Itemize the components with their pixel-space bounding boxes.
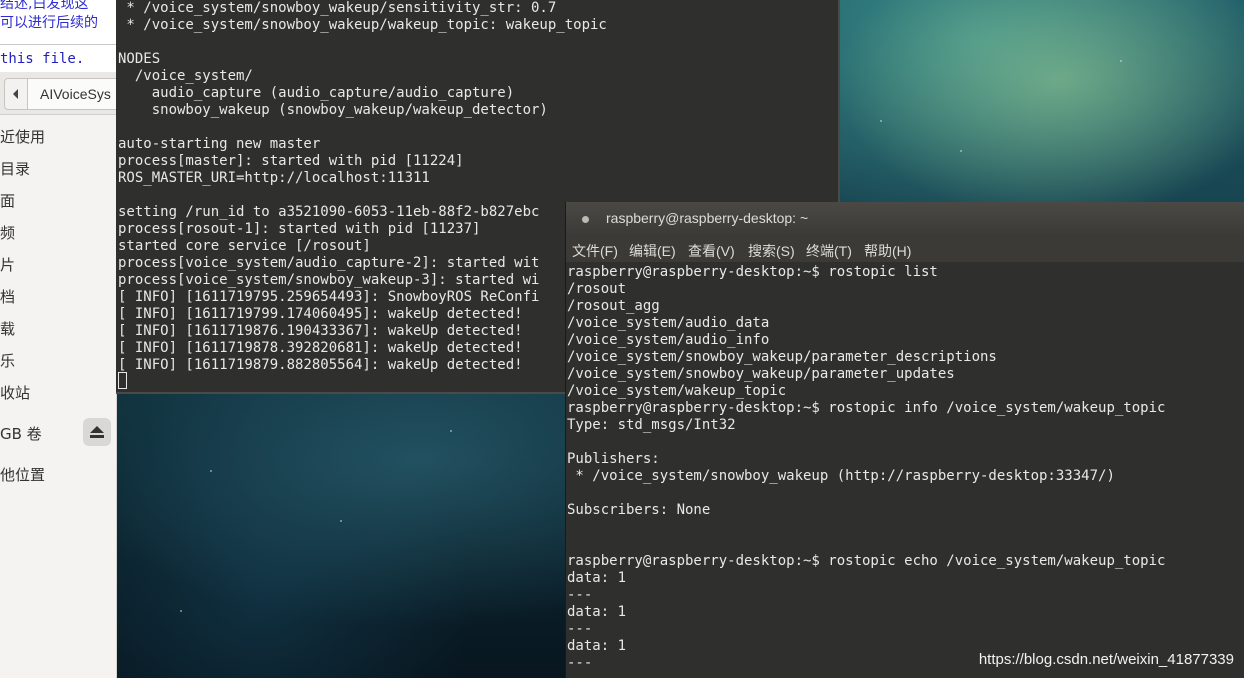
terminal-line: audio_capture (audio_capture/audio_captu… xyxy=(118,85,515,101)
terminal-line: data: 1 xyxy=(567,638,627,654)
terminal-line: /voice_system/wakeup_topic xyxy=(567,383,787,399)
terminal-line: Publishers: xyxy=(567,451,660,467)
watermark-url: https://blog.csdn.net/weixin_41877339 xyxy=(978,651,1234,668)
menu-view[interactable]: 查看(V) xyxy=(688,241,735,261)
menu-bar: 文件(F) 编辑(E) 查看(V) 搜索(S) 终端(T) 帮助(H) xyxy=(566,236,1244,262)
window-titlebar[interactable]: raspberry@raspberry-desktop: ~ xyxy=(566,202,1244,236)
sidebar-item-videos[interactable]: 频 xyxy=(0,222,15,243)
terminal-line: /voice_system/audio_data xyxy=(567,315,770,331)
terminal-line: Type: std_msgs/Int32 xyxy=(567,417,736,433)
wallpaper-star xyxy=(340,520,342,522)
terminal-line: setting /run_id to a3521090-6053-11eb-88… xyxy=(118,204,540,220)
terminal-line: raspberry@raspberry-desktop:~$ rostopic … xyxy=(567,553,1166,569)
terminal-line: Subscribers: None xyxy=(567,502,711,518)
menu-edit[interactable]: 编辑(E) xyxy=(629,241,676,261)
eject-button[interactable] xyxy=(83,418,111,446)
sidebar-item-recent[interactable]: 近使用 xyxy=(0,126,45,147)
terminal-line: /rosout xyxy=(567,281,627,297)
terminal-line: [ INFO] [1611719878.392820681]: wakeUp d… xyxy=(118,340,523,356)
terminal-line: [ INFO] [1611719879.882805564]: wakeUp d… xyxy=(118,357,523,373)
sidebar-item-trash[interactable]: 收站 xyxy=(0,382,30,403)
menu-search[interactable]: 搜索(S) xyxy=(748,241,795,261)
terminal-line: raspberry@raspberry-desktop:~$ rostopic … xyxy=(567,264,938,280)
sidebar-item-music[interactable]: 乐 xyxy=(0,350,15,371)
terminal-line: NODES xyxy=(118,51,161,67)
terminal-line: [ INFO] [1611719795.259654493]: SnowboyR… xyxy=(118,289,540,305)
terminal-window-rostopic[interactable]: raspberry@raspberry-desktop: ~ 文件(F) 编辑(… xyxy=(565,202,1244,678)
window-title: raspberry@raspberry-desktop: ~ xyxy=(606,210,809,226)
terminal-line: --- xyxy=(567,655,593,671)
terminal-cursor xyxy=(118,372,127,389)
menu-terminal[interactable]: 终端(T) xyxy=(806,241,852,261)
terminal-line: /voice_system/snowboy_wakeup/parameter_d… xyxy=(567,349,997,365)
wallpaper-star xyxy=(180,610,182,612)
wallpaper-star xyxy=(450,430,452,432)
file-manager-sidebar: AIVoiceSys 近使用 目录 面 频 片 档 载 乐 收站 GB 卷 他位… xyxy=(0,72,117,678)
terminal-line: /voice_system/ xyxy=(118,68,253,84)
sidebar-item-other-locations[interactable]: 他位置 xyxy=(0,464,45,485)
terminal-line: /voice_system/snowboy_wakeup/parameter_u… xyxy=(567,366,955,382)
window-menu-dot-icon[interactable] xyxy=(582,216,589,223)
sidebar-item-pictures[interactable]: 片 xyxy=(0,254,15,275)
terminal-line: [ INFO] [1611719876.190433367]: wakeUp d… xyxy=(118,323,523,339)
terminal-line: process[master]: started with pid [11224… xyxy=(118,153,464,169)
terminal-line: --- xyxy=(567,621,593,637)
sidebar-item-volume[interactable]: GB 卷 xyxy=(0,423,42,444)
terminal-line: process[voice_system/audio_capture-2]: s… xyxy=(118,255,540,271)
sidebar-item-home[interactable]: 目录 xyxy=(0,158,30,179)
terminal-line: * /voice_system/snowboy_wakeup/sensitivi… xyxy=(118,0,557,16)
wallpaper-star xyxy=(960,150,962,152)
path-bar-button[interactable]: AIVoiceSys xyxy=(27,78,116,110)
eject-icon xyxy=(90,426,104,438)
menu-file[interactable]: 文件(F) xyxy=(572,241,618,261)
terminal-line: process[voice_system/snowboy_wakeup-3]: … xyxy=(118,272,540,288)
terminal-line: ROS_MASTER_URI=http://localhost:11311 xyxy=(118,170,430,186)
wallpaper-star xyxy=(880,120,882,122)
chevron-left-icon xyxy=(13,89,18,99)
document-page-fragment: 结述,白发现这 可以进行后续的 this file. xyxy=(0,0,116,72)
terminal-line: data: 1 xyxy=(567,604,627,620)
terminal-line: /voice_system/audio_info xyxy=(567,332,770,348)
doc-divider xyxy=(0,44,116,45)
terminal-line: * /voice_system/snowboy_wakeup (http://r… xyxy=(567,468,1115,484)
wallpaper-star xyxy=(210,470,212,472)
doc-text-line: 可以进行后续的 xyxy=(0,15,98,31)
terminal-line: [ INFO] [1611719799.174060495]: wakeUp d… xyxy=(118,306,523,322)
terminal-line: data: 1 xyxy=(567,570,627,586)
terminal-line: /rosout_agg xyxy=(567,298,660,314)
back-button[interactable] xyxy=(4,78,28,110)
wallpaper-star xyxy=(1120,60,1122,62)
menu-help[interactable]: 帮助(H) xyxy=(864,241,911,261)
terminal-line: auto-starting new master xyxy=(118,136,321,152)
sidebar-item-desktop[interactable]: 面 xyxy=(0,190,15,211)
terminal-line: process[rosout-1]: started with pid [112… xyxy=(118,221,481,237)
terminal-line: * /voice_system/snowboy_wakeup/wakeup_to… xyxy=(118,17,607,33)
file-manager-toolbar: AIVoiceSys xyxy=(0,72,116,115)
terminal-line: snowboy_wakeup (snowboy_wakeup/wakeup_de… xyxy=(118,102,548,118)
sidebar-item-downloads[interactable]: 载 xyxy=(0,318,15,339)
sidebar-item-documents[interactable]: 档 xyxy=(0,286,15,307)
terminal-line: raspberry@raspberry-desktop:~$ rostopic … xyxy=(567,400,1166,416)
terminal-line: started core service [/rosout] xyxy=(118,238,371,254)
doc-text-line: this file. xyxy=(0,51,85,67)
terminal-line: --- xyxy=(567,587,593,603)
